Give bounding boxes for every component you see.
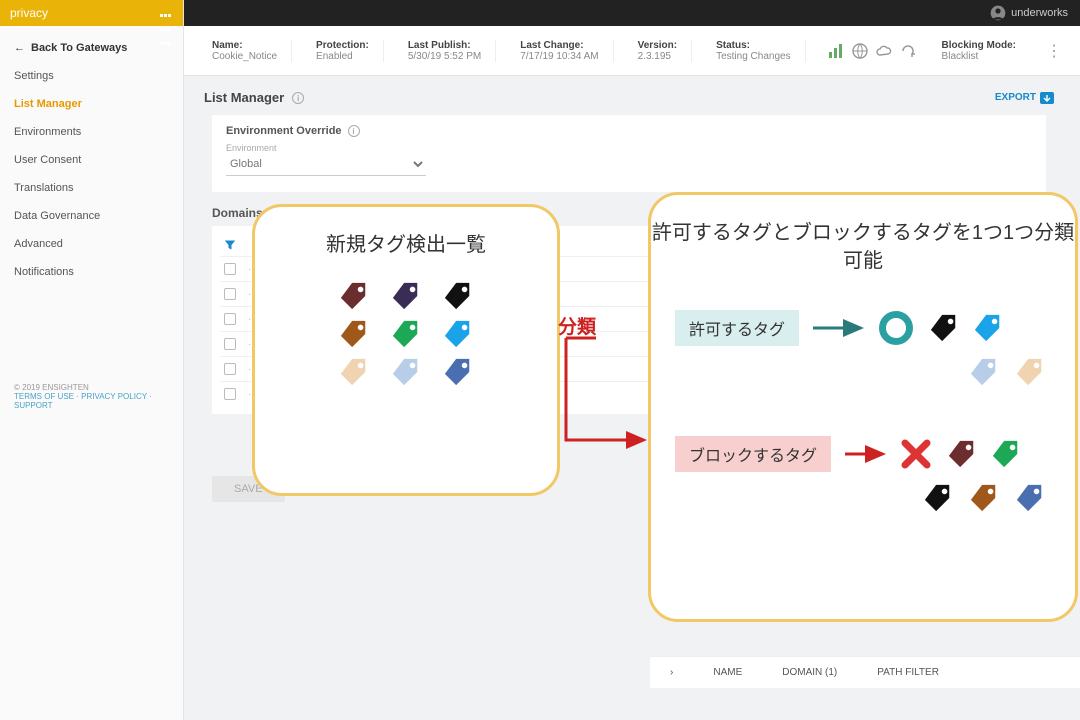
account-menu[interactable]: underworks <box>990 5 1068 21</box>
export-icon <box>1040 92 1054 104</box>
back-arrow-icon: ← <box>14 42 25 54</box>
sidebar-head: privacy <box>0 0 183 26</box>
environment-select[interactable]: Global <box>226 153 426 176</box>
tag-icon <box>929 313 959 343</box>
tag-icon <box>947 439 977 469</box>
allow-ring-icon <box>879 311 913 345</box>
account-name: underworks <box>1011 7 1068 19</box>
sidebar-item-user-consent[interactable]: User Consent <box>0 146 183 174</box>
block-cross-icon <box>901 439 931 469</box>
sidebar-item-advanced[interactable]: Advanced <box>0 230 183 258</box>
sidebar-item-data-governance[interactable]: Data Governance <box>0 202 183 230</box>
filter-icon[interactable] <box>224 239 236 251</box>
info-icon[interactable]: i <box>292 92 304 104</box>
tag-icon <box>1015 483 1045 513</box>
tag-icon <box>969 357 999 387</box>
environment-override-card: Environment Overridei Environment Global <box>212 115 1046 192</box>
tag-icon <box>391 319 421 349</box>
sidebar-item-label: Environments <box>14 126 81 138</box>
categorized-list-header: › NAME DOMAIN (1) PATH FILTER <box>650 656 1080 688</box>
chart-icon[interactable] <box>828 43 844 59</box>
sidebar-item-translations[interactable]: Translations <box>0 174 183 202</box>
kebab-menu-icon[interactable]: ⋮ <box>1042 41 1066 61</box>
cloud-icon[interactable] <box>876 43 892 59</box>
sidebar-item-label: Advanced <box>14 238 63 250</box>
checkbox[interactable] <box>224 388 236 400</box>
arrow-icon <box>843 444 889 464</box>
annotation-bubble-left: 新規タグ検出一覧 <box>252 204 560 496</box>
user-icon <box>990 5 1006 21</box>
tag-icon <box>339 319 369 349</box>
block-badge: ブロックするタグ <box>675 436 831 472</box>
sidebar: privacy ← Back To Gateways Settings List Ma… <box>0 0 184 720</box>
tag-icon <box>443 357 473 387</box>
sidebar-item-label: User Consent <box>14 154 81 166</box>
annotation-arrow <box>556 336 656 456</box>
checkbox[interactable] <box>224 288 236 300</box>
tag-icon <box>923 483 953 513</box>
tag-icon <box>443 281 473 311</box>
sidebar-item-label: Notifications <box>14 266 74 278</box>
footer-links[interactable]: TERMS OF USE · PRIVACY POLICY · SUPPORT <box>14 392 152 410</box>
sidebar-item-notifications[interactable]: Notifications <box>0 258 183 286</box>
info-strip: Name:Cookie_Notice Protection:Enabled La… <box>184 26 1080 76</box>
sidebar-footer: © 2019 ENSIGHTEN TERMS OF USE · PRIVACY … <box>0 373 183 420</box>
annotation-title: 許可するタグとブロックするタグを1つ1つ分類可能 <box>651 219 1075 275</box>
sidebar-item-back[interactable]: ← Back To Gateways <box>0 34 183 62</box>
sidebar-item-label: List Manager <box>14 98 82 110</box>
tag-icon <box>391 357 421 387</box>
refresh-icon[interactable] <box>900 43 916 59</box>
expand-icon[interactable]: › <box>670 667 673 678</box>
sidebar-item-environments[interactable]: Environments <box>0 118 183 146</box>
checkbox[interactable] <box>224 313 236 325</box>
tag-icon <box>443 319 473 349</box>
tag-icon <box>339 281 369 311</box>
apps-grid-icon[interactable] <box>159 6 173 20</box>
tag-icon <box>391 281 421 311</box>
annotation-title: 新規タグ検出一覧 <box>255 231 557 259</box>
checkbox[interactable] <box>224 338 236 350</box>
sidebar-item-label: Back To Gateways <box>31 42 127 54</box>
strip-icons[interactable] <box>828 43 916 59</box>
tag-icon <box>969 483 999 513</box>
annotation-classify-label: 分類 <box>558 312 596 339</box>
sidebar-item-label: Data Governance <box>14 210 100 222</box>
sidebar-item-label: Translations <box>14 182 74 194</box>
checkbox[interactable] <box>224 263 236 275</box>
info-icon[interactable]: i <box>348 125 360 137</box>
sidebar-item-settings[interactable]: Settings <box>0 62 183 90</box>
tag-icon <box>991 439 1021 469</box>
allow-badge: 許可するタグ <box>675 310 799 346</box>
tag-icon <box>973 313 1003 343</box>
tag-icon <box>339 357 369 387</box>
arrow-icon <box>811 318 867 338</box>
sidebar-item-label: Settings <box>14 70 54 82</box>
export-button[interactable]: EXPORT <box>995 92 1054 104</box>
sidebar-item-list-manager[interactable]: List Manager <box>0 90 183 118</box>
annotation-bubble-right: 許可するタグとブロックするタグを1つ1つ分類可能 許可するタグ ブロックするタグ <box>648 192 1078 622</box>
checkbox[interactable] <box>224 363 236 375</box>
content-heading: List Manager i EXPORT <box>198 86 1060 109</box>
globe-icon[interactable] <box>852 43 868 59</box>
tag-icon <box>1015 357 1045 387</box>
sidebar-title: privacy <box>10 6 48 20</box>
